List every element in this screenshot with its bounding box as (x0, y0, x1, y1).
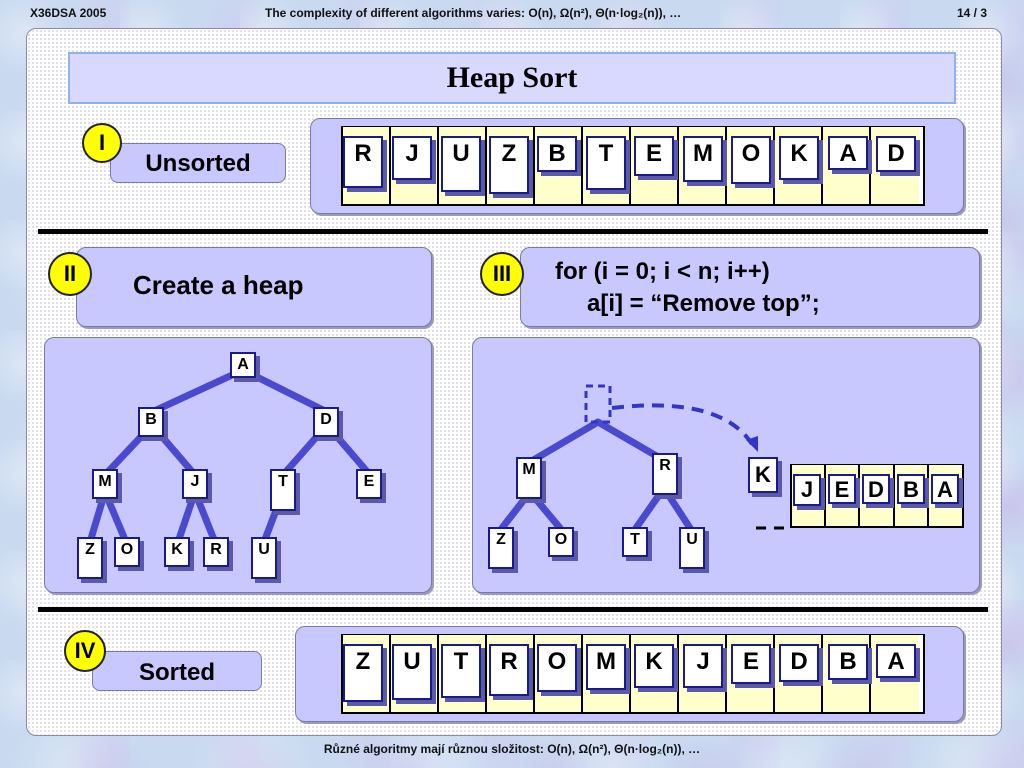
sorted-card: B (897, 474, 925, 504)
tree-node: U (679, 527, 705, 569)
array-card: Z (343, 644, 383, 702)
tree-node: R (652, 453, 678, 495)
divider-bottom (38, 607, 988, 612)
footer: Různé algoritmy mají různou složitost: O… (323, 742, 701, 756)
array-card: U (392, 644, 432, 700)
array-card: K (634, 644, 674, 688)
array-card: R (489, 644, 529, 696)
array-card: T (441, 644, 481, 698)
moving-card: K (748, 457, 778, 493)
array-card: A (876, 644, 916, 678)
array-card: J (683, 644, 723, 688)
array-card: M (586, 644, 626, 690)
array-card: D (779, 644, 819, 682)
sorted-card: E (828, 474, 856, 504)
step4-label: Sorted (92, 651, 262, 691)
tree-node: T (622, 527, 648, 557)
step4-badge: IV (64, 630, 106, 672)
array-card: O (537, 644, 577, 692)
tree-node: O (548, 527, 574, 557)
array-card: B (828, 644, 868, 680)
sorted-card: D (862, 474, 890, 504)
sorted-card: A (931, 474, 959, 504)
tree-node: Z (488, 527, 514, 569)
array-card: E (731, 644, 771, 684)
sorted-card: J (793, 474, 821, 506)
tree-node: M (516, 457, 542, 499)
